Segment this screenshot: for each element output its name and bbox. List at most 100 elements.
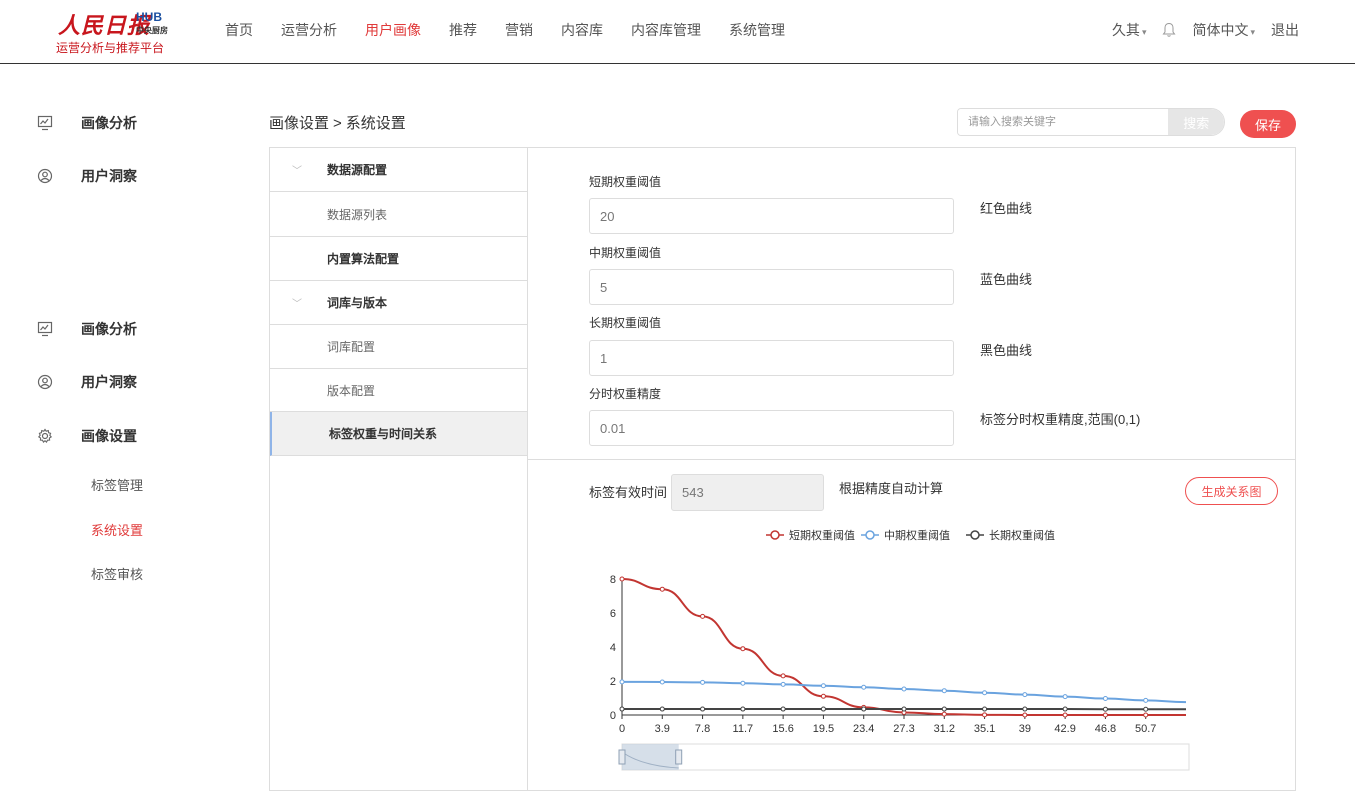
sidebar-item-profile-analysis[interactable]: 画像分析 [36, 113, 137, 133]
x-tick-label: 42.9 [1054, 723, 1075, 735]
zoom-track [621, 743, 1190, 771]
tree-item-datasource-list[interactable]: 数据源列表 [270, 192, 527, 237]
effective-time-note: 根据精度自动计算 [839, 481, 944, 496]
tree-item-label: 标签权重与时间关系 [329, 427, 438, 441]
series-point [820, 693, 826, 699]
logo-hub-sub: 中央厨房 [136, 26, 168, 35]
x-tick-label: 3.9 [655, 723, 670, 735]
breadcrumb: 画像设置 > 系统设置 [269, 112, 406, 133]
x-tick-label: 0 [619, 723, 625, 735]
sidebar-item-profile-settings[interactable]: 画像设置 [36, 426, 137, 446]
long-term-label: 长期权重阈值 [589, 316, 662, 330]
series-point [780, 673, 786, 679]
zoom-handle-end [675, 749, 683, 765]
nav-item-content-library[interactable]: 内容库 [561, 20, 603, 40]
tree-item-label: 数据源列表 [327, 207, 388, 222]
series-line-0 [621, 578, 1186, 716]
bell-icon[interactable] [1162, 22, 1176, 38]
nav-item-home[interactable]: 首页 [225, 20, 253, 40]
y-tick-label: 8 [610, 574, 616, 586]
series-point [982, 690, 988, 696]
mid-term-input[interactable] [589, 269, 954, 305]
x-tick-label: 50.7 [1135, 723, 1156, 735]
nav-item-recommend[interactable]: 推荐 [449, 20, 477, 40]
tree-item-datasource-config[interactable]: ﹀ 数据源配置 [270, 148, 527, 192]
nav-item-operations[interactable]: 运营分析 [281, 20, 337, 40]
series-point [619, 576, 625, 582]
nav-item-content-management[interactable]: 内容库管理 [631, 20, 701, 40]
series-point [700, 613, 706, 619]
x-tick-label: 23.4 [853, 723, 874, 735]
save-button[interactable]: 保存 [1240, 110, 1296, 138]
settings-panel: ﹀ 数据源配置 数据源列表 内置算法配置 ﹀ 词库与版本 词库配置 版本配置 标… [269, 147, 1296, 791]
tree-item-label: 词库配置 [327, 340, 376, 354]
search-button[interactable]: 搜索 [1168, 109, 1224, 135]
series-point [861, 684, 867, 690]
sidebar-item-profile-analysis-2[interactable]: 画像分析 [36, 319, 137, 339]
chevron-down-icon: ﹀ [292, 299, 302, 310]
precision-input[interactable] [589, 410, 954, 446]
legend-label: 中期权重阈值 [884, 528, 950, 542]
search-bar: 搜索 [957, 108, 1225, 136]
series-point [1062, 712, 1068, 718]
y-tick-label: 6 [610, 608, 616, 620]
nav-item-user-profile[interactable]: 用户画像 [365, 20, 421, 40]
series-point [780, 706, 786, 712]
effective-time-input [671, 474, 824, 511]
series-point [740, 680, 746, 686]
sidebar-item-user-insight[interactable]: 用户洞察 [36, 166, 137, 186]
long-term-input[interactable] [589, 340, 954, 376]
language-select[interactable]: 简体中文 ▾ [1192, 20, 1255, 40]
tree-item-label: 内置算法配置 [327, 252, 400, 266]
header-right: 久其 ▾ 简体中文 ▾ 退出 [1096, 20, 1299, 40]
tree-item-lexicon-version[interactable]: ﹀ 词库与版本 [270, 281, 527, 325]
user-name: 久其 [1111, 22, 1140, 38]
user-menu[interactable]: 久其 ▾ [1112, 20, 1147, 40]
gear-icon [36, 427, 54, 445]
legend-swatch-marker [770, 530, 780, 540]
chevron-down-icon: ▾ [1141, 27, 1147, 37]
y-tick-label: 4 [610, 642, 616, 654]
sidebar-sub-system-settings[interactable]: 系统设置 [91, 520, 143, 539]
y-tick-label: 0 [610, 710, 616, 722]
tree-item-tag-weight-time[interactable]: 标签权重与时间关系 [270, 412, 527, 456]
series-point [700, 706, 706, 712]
effective-time-label: 标签有效时间 [589, 485, 668, 500]
tree-item-version-config[interactable]: 版本配置 [270, 369, 527, 412]
sidebar-item-user-insight-2[interactable]: 用户洞察 [36, 372, 137, 392]
nav-item-marketing[interactable]: 营销 [505, 20, 533, 40]
x-tick-label: 39 [1019, 723, 1031, 735]
precision-note: 标签分时权重精度,范围(0,1) [980, 412, 1141, 427]
sidebar-item-label: 画像设置 [81, 428, 137, 444]
series-point [1143, 706, 1149, 712]
x-tick-label: 31.2 [934, 723, 955, 735]
generate-chart-button[interactable]: 生成关系图 [1185, 477, 1278, 505]
series-point [659, 706, 665, 712]
nav-item-system-management[interactable]: 系统管理 [729, 20, 785, 40]
legend-label: 短期权重阈值 [789, 528, 855, 542]
x-tick-label: 7.8 [695, 723, 710, 735]
y-tick-label: 2 [610, 676, 616, 688]
sidebar-sub-tag-review[interactable]: 标签审核 [91, 564, 143, 583]
main-nav: 首页 运营分析 用户画像 推荐 营销 内容库 内容库管理 系统管理 [225, 20, 813, 40]
breadcrumb-parent[interactable]: 画像设置 [269, 115, 329, 132]
logo[interactable]: 人民日报 HUB 中央厨房 运营分析与推荐平台 [56, 8, 176, 58]
tree-item-algorithm-config[interactable]: 内置算法配置 [270, 237, 527, 281]
short-term-input[interactable] [589, 198, 954, 234]
series-point [1102, 706, 1108, 712]
short-term-label: 短期权重阈值 [589, 175, 662, 189]
tree-item-lexicon-config[interactable]: 词库配置 [270, 325, 527, 369]
series-point [1102, 712, 1108, 718]
mid-term-note: 蓝色曲线 [980, 272, 1033, 287]
sidebar-sub-tag-management[interactable]: 标签管理 [91, 475, 143, 494]
series-point [1102, 696, 1108, 702]
x-tick-label: 35.1 [974, 723, 995, 735]
series-point [1062, 694, 1068, 700]
series-point [1022, 692, 1028, 698]
search-input[interactable] [958, 109, 1169, 135]
logo-hub: HUB [136, 10, 162, 24]
precision-label: 分时权重精度 [589, 387, 662, 401]
x-tick-label: 46.8 [1095, 723, 1116, 735]
sidebar-item-label: 用户洞察 [81, 374, 137, 390]
logout-link[interactable]: 退出 [1271, 20, 1299, 40]
